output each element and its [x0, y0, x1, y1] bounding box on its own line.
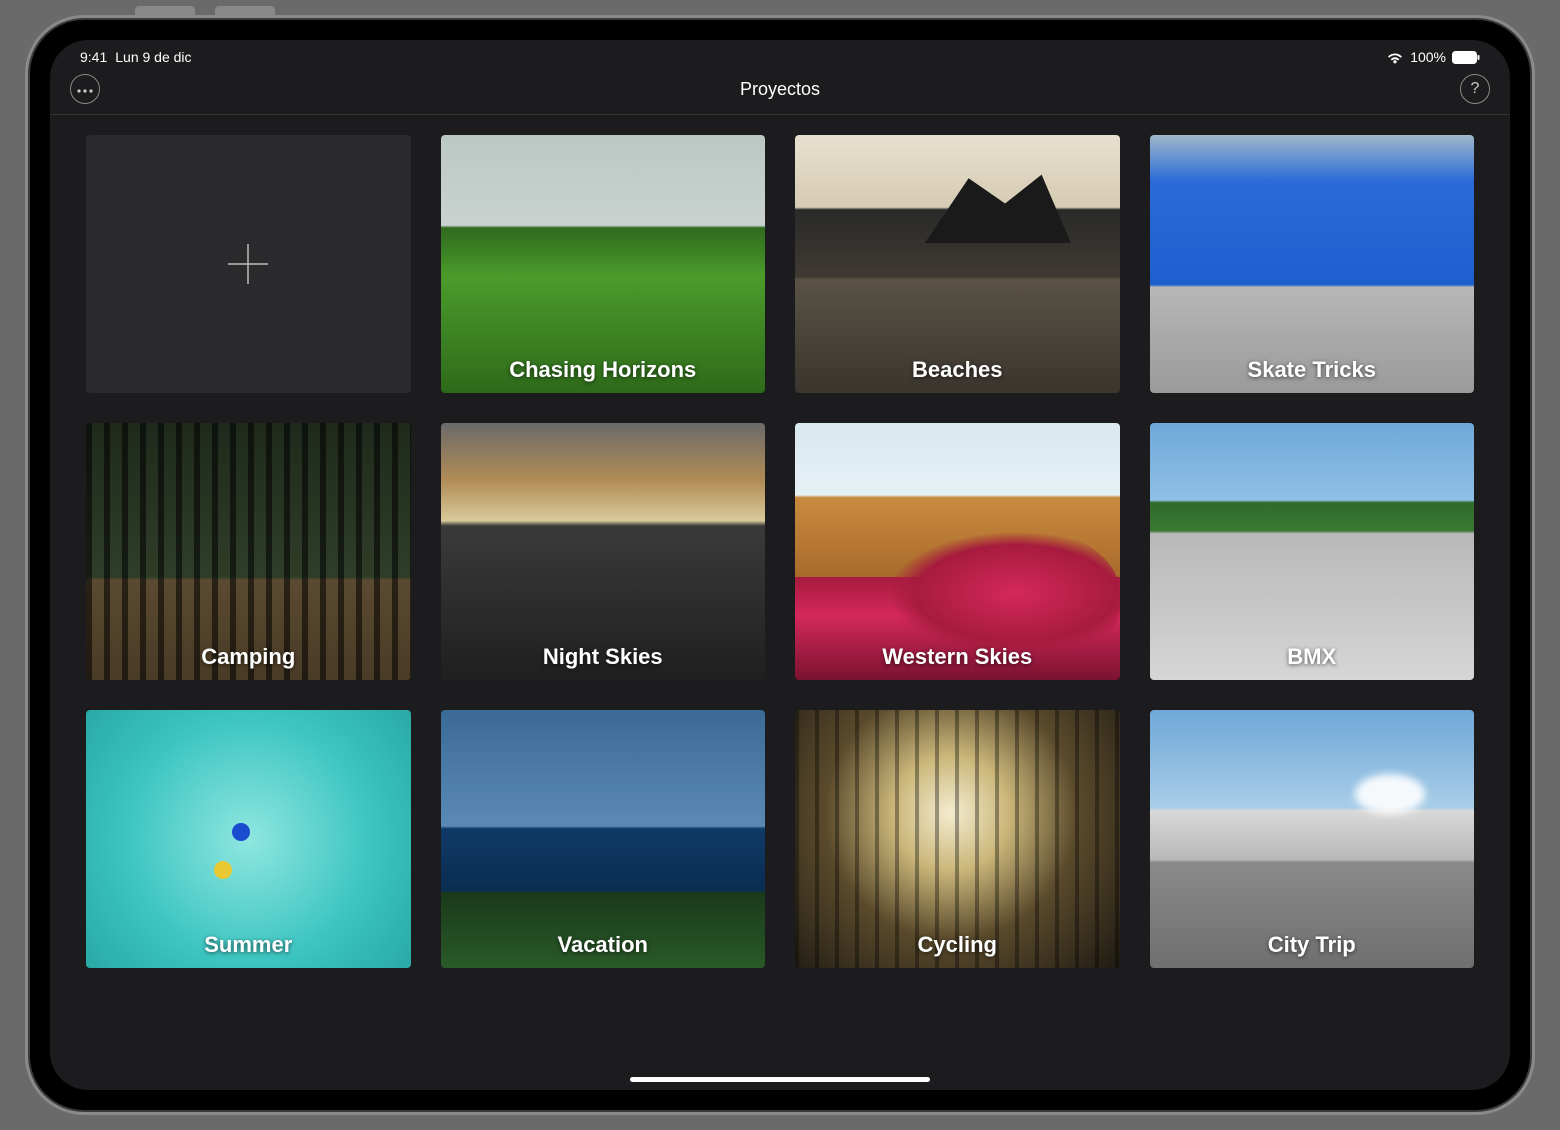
- project-thumbnail: [795, 423, 1120, 681]
- project-tile[interactable]: BMX: [1150, 423, 1475, 681]
- project-tile[interactable]: Summer: [86, 710, 411, 968]
- status-date: Lun 9 de dic: [115, 49, 191, 65]
- status-time: 9:41: [80, 49, 107, 65]
- project-tile[interactable]: City Trip: [1150, 710, 1475, 968]
- battery-icon: [1452, 51, 1480, 64]
- project-thumbnail: [1150, 710, 1475, 968]
- question-icon: ?: [1471, 80, 1480, 98]
- ellipsis-icon: [77, 80, 93, 98]
- new-project-button[interactable]: [86, 135, 411, 393]
- project-tile[interactable]: Chasing Horizons: [441, 135, 766, 393]
- status-bar: 9:41 Lun 9 de dic 100%: [50, 40, 1510, 66]
- project-title: BMX: [1150, 644, 1475, 670]
- project-title: Skate Tricks: [1150, 357, 1475, 383]
- help-button[interactable]: ?: [1460, 74, 1490, 104]
- project-title: Cycling: [795, 932, 1120, 958]
- project-thumbnail: [441, 135, 766, 393]
- project-tile[interactable]: Beaches: [795, 135, 1120, 393]
- project-title: Vacation: [441, 932, 766, 958]
- projects-grid: Chasing Horizons Beaches Skate Tricks Ca…: [50, 115, 1510, 988]
- plus-icon: [222, 238, 274, 290]
- project-thumbnail: [86, 423, 411, 681]
- project-title: City Trip: [1150, 932, 1475, 958]
- project-tile[interactable]: Skate Tricks: [1150, 135, 1475, 393]
- project-thumbnail: [1150, 135, 1475, 393]
- project-tile[interactable]: Night Skies: [441, 423, 766, 681]
- wifi-icon: [1386, 51, 1404, 64]
- project-title: Camping: [86, 644, 411, 670]
- project-thumbnail: [1150, 423, 1475, 681]
- project-title: Western Skies: [795, 644, 1120, 670]
- project-thumbnail: [795, 710, 1120, 968]
- project-title: Chasing Horizons: [441, 357, 766, 383]
- project-thumbnail: [795, 135, 1120, 393]
- more-button[interactable]: [70, 74, 100, 104]
- nav-bar: Proyectos ?: [50, 66, 1510, 115]
- project-title: Summer: [86, 932, 411, 958]
- project-thumbnail: [441, 423, 766, 681]
- home-indicator[interactable]: [630, 1077, 930, 1082]
- project-tile[interactable]: Cycling: [795, 710, 1120, 968]
- page-title: Proyectos: [740, 79, 820, 100]
- project-tile[interactable]: Vacation: [441, 710, 766, 968]
- status-battery-pct: 100%: [1410, 49, 1446, 65]
- ipad-device-frame: 9:41 Lun 9 de dic 100% Proyectos: [30, 20, 1530, 1110]
- screen: 9:41 Lun 9 de dic 100% Proyectos: [50, 40, 1510, 1090]
- project-title: Night Skies: [441, 644, 766, 670]
- project-tile[interactable]: Western Skies: [795, 423, 1120, 681]
- project-thumbnail: [86, 710, 411, 968]
- project-title: Beaches: [795, 357, 1120, 383]
- project-thumbnail: [441, 710, 766, 968]
- project-tile[interactable]: Camping: [86, 423, 411, 681]
